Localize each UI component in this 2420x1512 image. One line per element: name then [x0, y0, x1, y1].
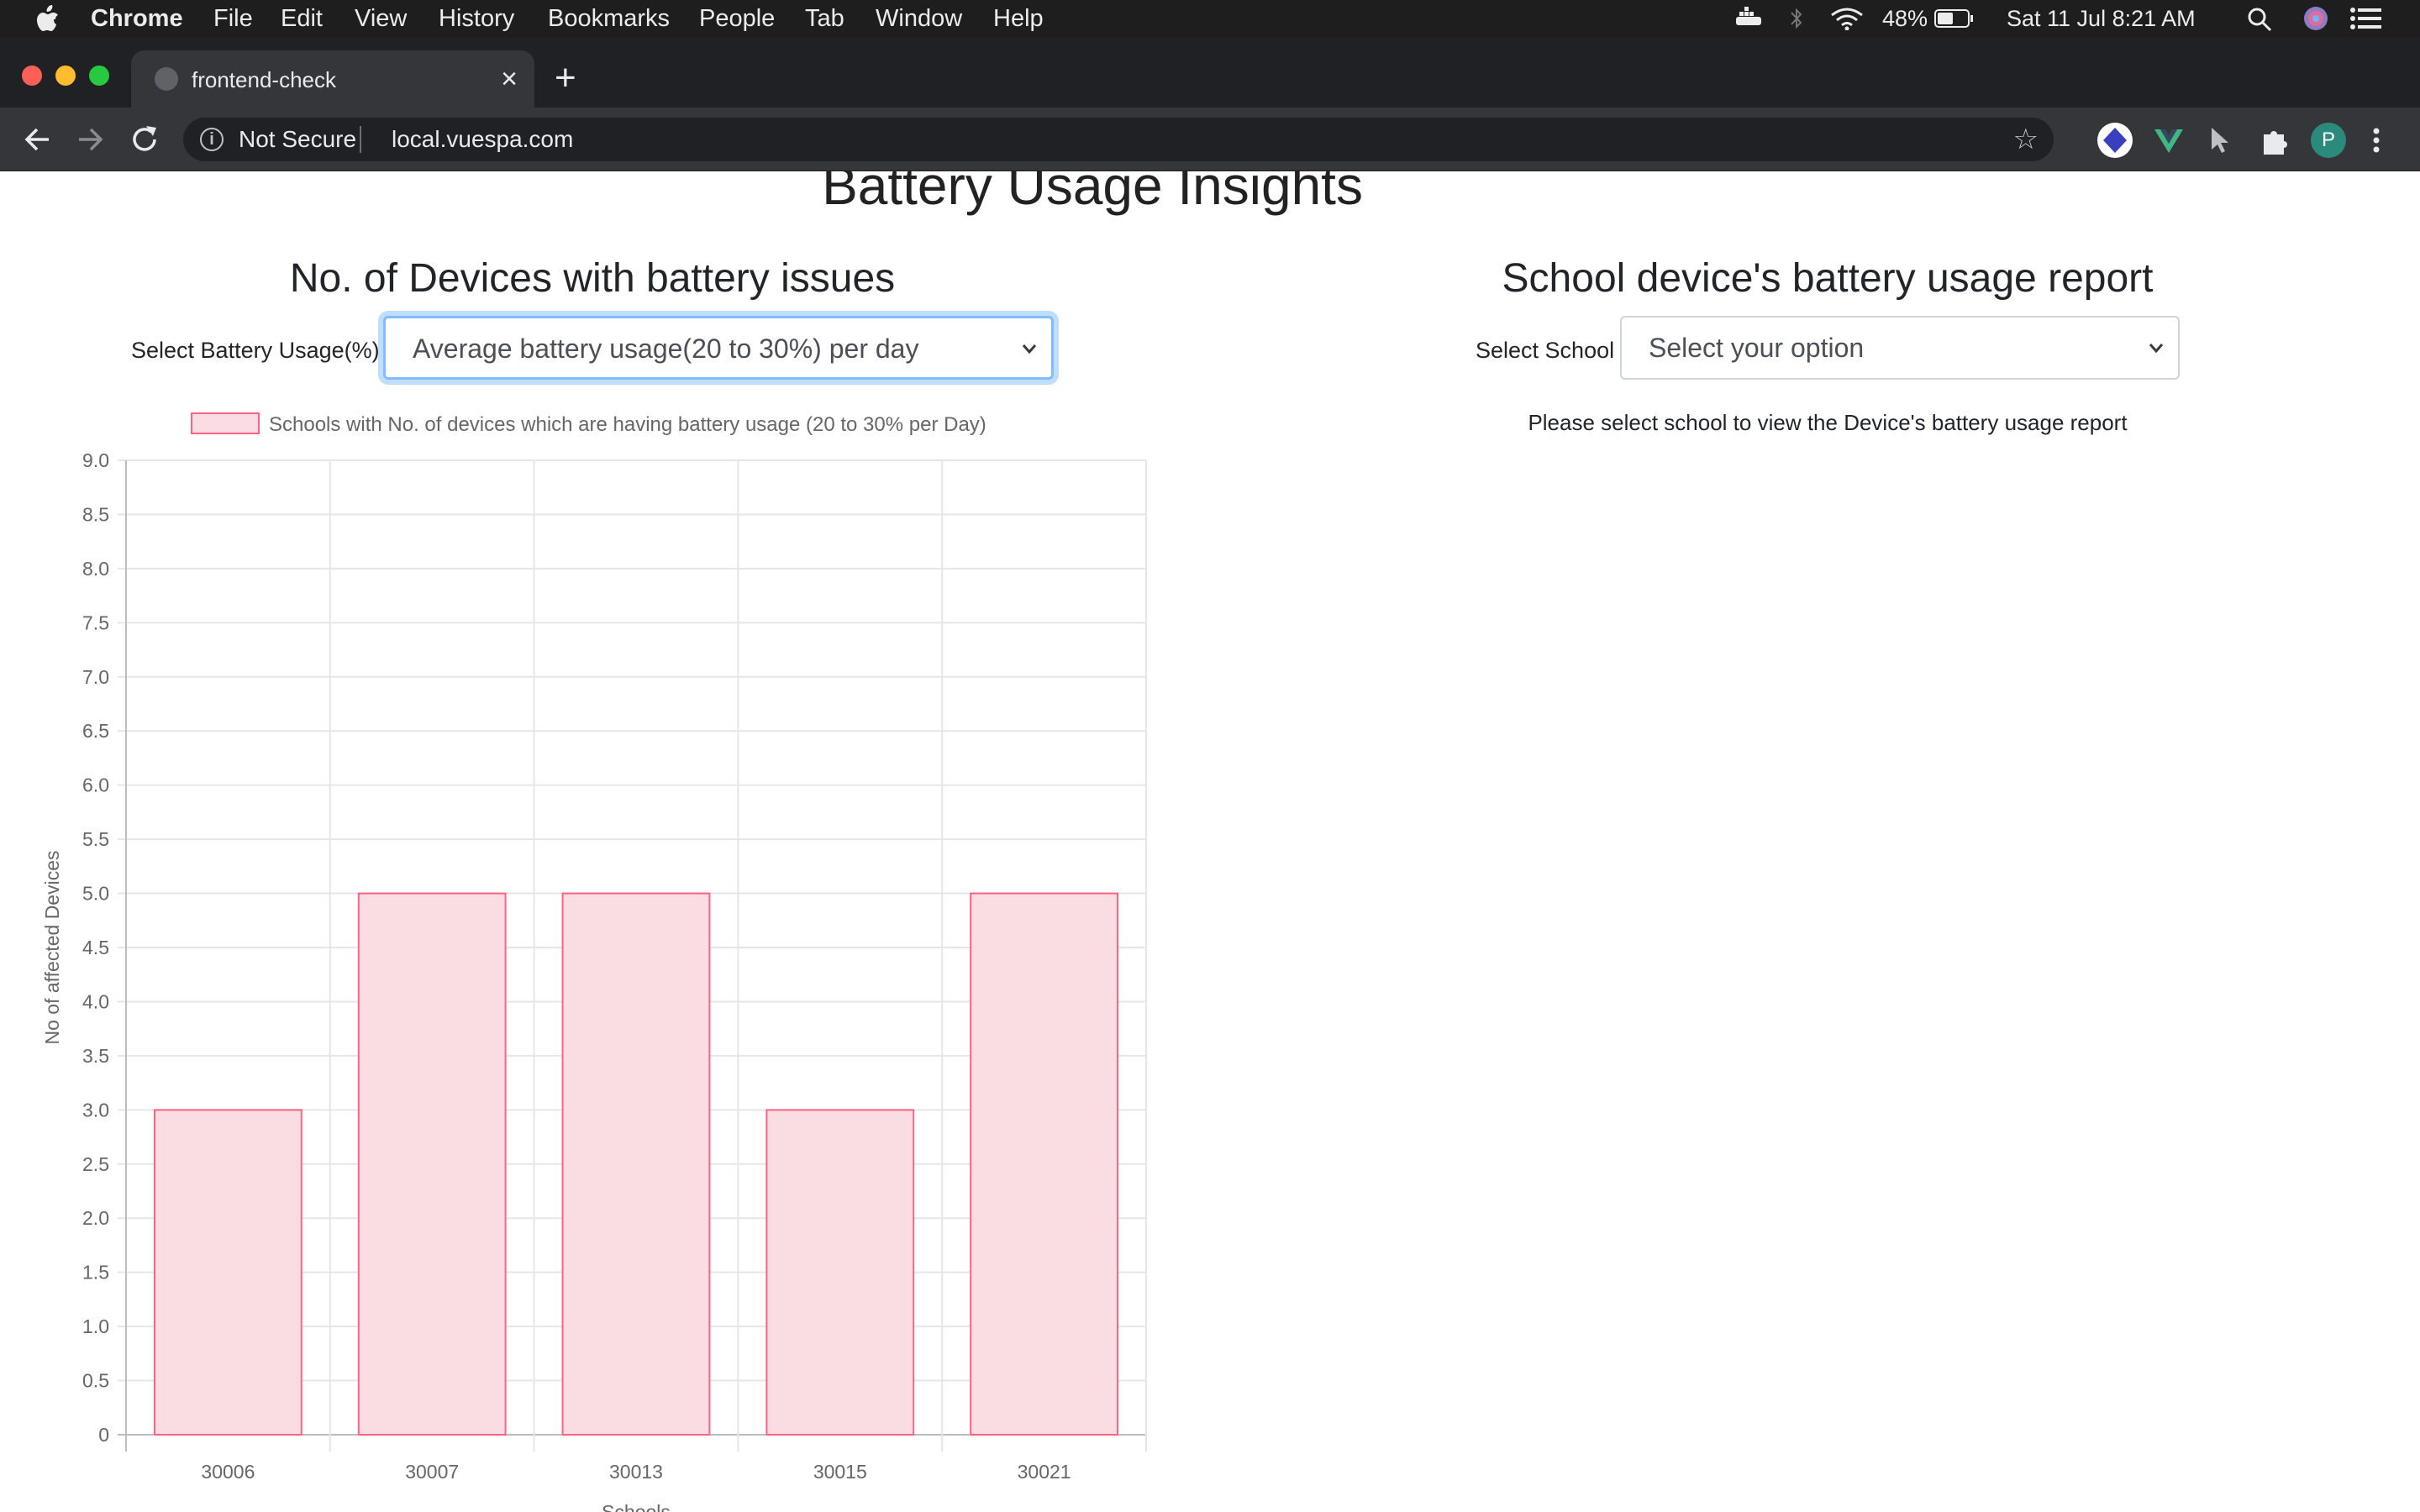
chevron-down-icon	[1022, 344, 1037, 354]
browser-tab[interactable]: frontend-check ×	[131, 50, 534, 108]
bar-30021[interactable]	[970, 892, 1119, 1436]
menu-edit[interactable]: Edit	[281, 6, 323, 31]
battery-issues-bar-chart: 0 0.5 1.0 1.5 2.0 2.5 3.0 3.5 4.0 4.5 5.0 5.5 6.0 6.5…	[41, 412, 1147, 1512]
security-indicator[interactable]: Not Secure	[239, 126, 356, 153]
y-tick-label: 6.5	[82, 720, 109, 742]
address-separator	[360, 126, 361, 153]
y-tick-label: 7.5	[82, 612, 109, 633]
battery-usage-select[interactable]: Average battery usage(20 to 30%) per day	[383, 316, 1054, 380]
extensions-puzzle-icon[interactable]	[2257, 123, 2292, 158]
window-zoom-button[interactable]	[89, 66, 109, 86]
tab-close-icon[interactable]: ×	[501, 62, 518, 96]
window-minimize-button[interactable]	[55, 66, 76, 86]
extension-cursor-icon[interactable]	[2203, 123, 2238, 158]
extension-layers-icon[interactable]	[2097, 123, 2133, 158]
battery-usage-select-label: Select Battery Usage(%)	[131, 338, 380, 363]
tab-title: frontend-check	[192, 67, 336, 92]
x-axis-title: Schools	[602, 1501, 671, 1512]
globe-icon	[155, 67, 178, 91]
y-tick-label: 3.0	[82, 1099, 109, 1121]
y-tick-label: 2.0	[82, 1207, 109, 1229]
menu-bookmarks[interactable]: Bookmarks	[548, 6, 670, 31]
y-tick-label: 8.5	[82, 503, 109, 525]
y-tick-label: 5.0	[82, 883, 109, 905]
reload-icon[interactable]	[128, 121, 161, 158]
x-tick-label: 30015	[813, 1461, 867, 1483]
siri-icon[interactable]	[2302, 5, 2329, 32]
y-tick-label: 7.0	[82, 666, 109, 688]
menu-people[interactable]: People	[699, 6, 775, 31]
legend-label[interactable]: Schools with No. of devices which are ha…	[269, 413, 986, 436]
url-text[interactable]: local.vuespa.com	[392, 126, 573, 153]
y-tick-label: 1.0	[82, 1315, 109, 1337]
menu-window[interactable]: Window	[876, 6, 962, 31]
battery-usage-select-value: Average battery usage(20 to 30%) per day	[413, 333, 919, 364]
y-tick-label: 4.5	[82, 937, 109, 958]
bluetooth-icon[interactable]	[1788, 5, 1805, 32]
bar-30007[interactable]	[357, 892, 507, 1436]
web-page: Battery Usage Insights No. of Devices wi…	[0, 171, 2420, 1512]
page-title: Battery Usage Insights	[822, 171, 1363, 216]
y-tick-label: 9.0	[82, 449, 109, 471]
menu-app-name[interactable]: Chrome	[91, 6, 183, 31]
y-tick-label: 4.0	[82, 990, 109, 1012]
x-tick-label: 30013	[609, 1461, 663, 1483]
forward-arrow-icon[interactable]	[74, 121, 108, 158]
bar-30006[interactable]	[153, 1109, 302, 1436]
y-axis-title: No of affected Devices	[41, 851, 63, 1045]
menubar-clock[interactable]: Sat 11 Jul 8:21 AM	[2007, 6, 2196, 31]
chevron-down-icon	[2149, 344, 2164, 354]
address-bar[interactable]: i Not Secure local.vuespa.com ☆	[183, 118, 2054, 161]
menu-view[interactable]: View	[355, 6, 407, 31]
school-select-value: Select your option	[1649, 333, 1865, 363]
window-close-button[interactable]	[22, 66, 42, 86]
x-tick-label: 30006	[201, 1461, 255, 1483]
battery-icon[interactable]	[1934, 8, 1975, 29]
menu-file[interactable]: File	[213, 6, 253, 31]
y-tick-label: 1.5	[82, 1262, 109, 1284]
devices-battery-issues-heading: No. of Devices with battery issues	[289, 256, 896, 301]
school-select-label: Select School	[1476, 338, 1615, 363]
bar-30015[interactable]	[765, 1109, 915, 1436]
new-tab-button[interactable]: +	[555, 57, 576, 99]
menu-history[interactable]: History	[439, 6, 514, 31]
docker-icon[interactable]	[1733, 7, 1766, 30]
wifi-icon[interactable]	[1830, 7, 1864, 30]
bookmark-star-icon[interactable]: ☆	[2013, 124, 2039, 155]
browser-menu-icon[interactable]	[2368, 123, 2385, 158]
y-tick-label: 6.0	[82, 774, 109, 796]
bar-30013[interactable]	[561, 892, 711, 1436]
y-tick-label: 0.5	[82, 1370, 109, 1392]
x-tick-label: 30021	[1018, 1461, 1071, 1483]
macos-menu-bar: Chrome File Edit View History Bookmarks …	[0, 0, 2420, 37]
school-battery-report-heading: School device's battery usage report	[1502, 256, 2154, 301]
info-icon[interactable]: i	[200, 128, 224, 151]
y-tick-label: 3.5	[82, 1045, 109, 1067]
apple-icon[interactable]	[35, 5, 60, 32]
legend-swatch[interactable]	[191, 412, 260, 434]
school-select[interactable]: Select your option	[1620, 316, 2180, 380]
y-tick-label: 8.0	[82, 558, 109, 580]
vue-devtools-icon[interactable]	[2151, 123, 2186, 158]
menu-tab[interactable]: Tab	[805, 6, 844, 31]
spotlight-search-icon[interactable]	[2247, 7, 2272, 32]
y-tick-label: 2.5	[82, 1153, 109, 1175]
control-center-icon[interactable]	[2349, 7, 2383, 30]
x-tick-label: 30007	[405, 1461, 459, 1483]
menu-help[interactable]: Help	[993, 6, 1044, 31]
profile-avatar[interactable]: P	[2311, 123, 2346, 158]
back-arrow-icon[interactable]	[20, 121, 54, 158]
y-tick-label: 0	[98, 1424, 109, 1446]
select-school-message: Please select school to view the Device'…	[1528, 410, 2128, 435]
battery-percent: 48%	[1882, 6, 1928, 31]
y-tick-label: 5.5	[82, 828, 109, 850]
